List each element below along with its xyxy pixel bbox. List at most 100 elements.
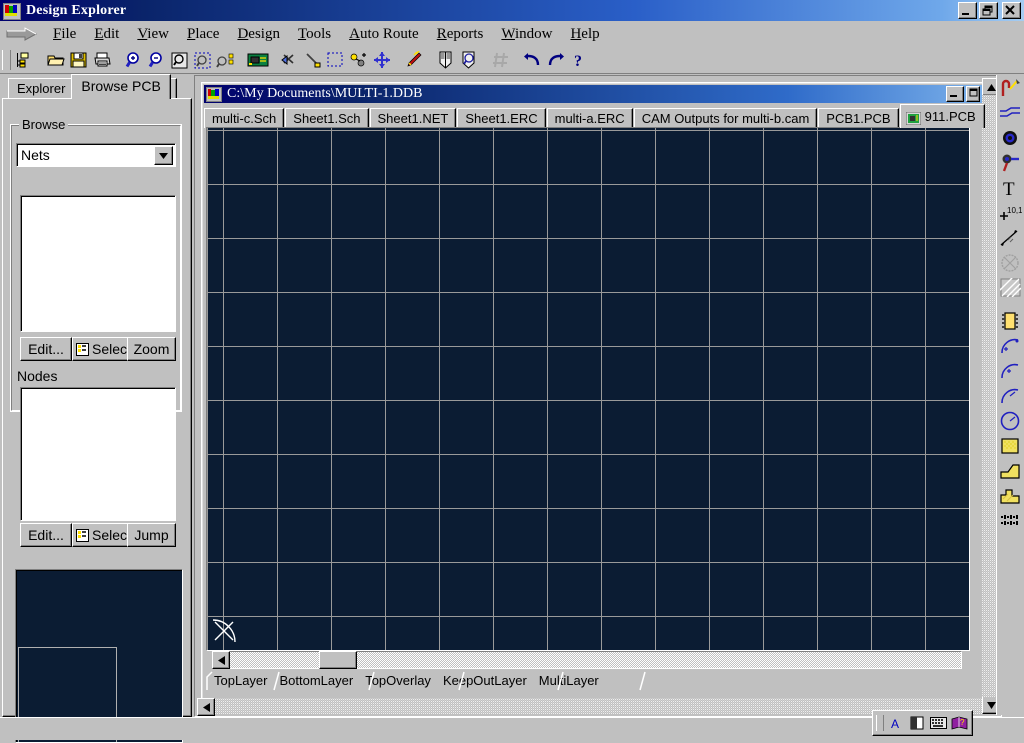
ime-keyboard-icon[interactable] [929,715,947,732]
move-selection-icon[interactable] [347,49,370,71]
undo-icon[interactable] [521,49,544,71]
zoom-area-icon[interactable] [191,49,214,71]
menu-item-window[interactable]: Window [492,24,561,45]
doc-tab-sheet1-net[interactable]: Sheet1.NET [370,108,457,128]
menu-item-auto-route[interactable]: Auto Route [340,24,428,45]
mdi-horizontal-scrollbar[interactable] [197,698,982,714]
menu-item-reports[interactable]: Reports [428,24,493,45]
place-fill-icon[interactable] [997,433,1023,458]
nodes-edit-label: Edit... [28,527,64,543]
component-browse-icon[interactable] [457,49,480,71]
menu-drag-handle-icon[interactable] [0,21,44,47]
highlight-pen-icon[interactable] [402,49,425,71]
nets-zoom-button[interactable]: Zoom [127,337,176,361]
nets-select-button[interactable]: Select [72,337,130,361]
paste-icon[interactable] [301,49,324,71]
redo-icon[interactable] [544,49,567,71]
doc-tab-pcb1-pcb[interactable]: PCB1.PCB [818,108,898,128]
doc-tab-911-pcb[interactable]: 911.PCB [900,104,985,128]
zoom-selected-icon[interactable] [214,49,237,71]
place-arc-edge-icon[interactable] [997,358,1023,383]
panel-tab-browse-pcb[interactable]: Browse PCB [71,74,170,99]
menu-item-place[interactable]: Place [178,24,228,45]
place-coordinates-icon[interactable] [997,508,1023,533]
place-dimension-icon[interactable] [997,225,1023,250]
menu-item-help[interactable]: Help [561,24,608,45]
place-string-icon[interactable]: T [997,175,1023,200]
nets-listbox[interactable] [20,195,176,332]
doc-tab-sheet1-sch[interactable]: Sheet1.Sch [285,108,368,128]
menu-item-view[interactable]: View [128,24,178,45]
cut-icon[interactable] [278,49,301,71]
restore-button[interactable] [979,2,998,19]
child-window-title: C:\My Documents\MULTI-1.DDB [227,86,422,102]
place-keepout-icon[interactable] [997,250,1023,275]
move-icon[interactable] [370,49,393,71]
pcb-editor-canvas[interactable] [206,127,970,651]
panel-tab-explorer-label: Explorer [17,81,65,96]
menu-item-design[interactable]: Design [228,24,289,45]
minimize-button[interactable] [958,2,977,19]
nodes-edit-button[interactable]: Edit... [20,523,72,547]
select-area-icon[interactable] [324,49,347,71]
layer-tab-toplayer[interactable]: TopLayer [206,671,271,691]
doc-tab-sheet1-erc[interactable]: Sheet1.ERC [457,108,545,128]
save-icon[interactable] [67,49,90,71]
ime-language-icon[interactable]: A [887,715,905,732]
help-icon[interactable]: ? [567,49,590,71]
doc-tab-multi-a-erc[interactable]: multi-a.ERC [547,108,633,128]
place-coordinate-icon[interactable]: 10,10 [997,200,1023,225]
mdi-scroll-left-button[interactable] [197,698,215,716]
horizontal-scroll-thumb[interactable] [319,651,357,669]
new-design-icon[interactable] [12,49,35,71]
zoom-in-icon[interactable] [122,49,145,71]
nodes-jump-button[interactable]: Jump [127,523,176,547]
nets-edit-button[interactable]: Edit... [20,337,72,361]
grid-icon[interactable] [489,49,512,71]
svg-text:A: A [891,717,899,731]
child-restore-button[interactable] [966,86,980,102]
ime-language-bar[interactable]: A [872,710,973,736]
canvas-horizontal-scrollbar[interactable] [212,651,962,669]
menu-item-edit[interactable]: Edit [85,24,128,45]
place-line-icon[interactable] [997,100,1023,125]
ddb-database-icon [206,87,221,101]
layer-tab-topoverlay[interactable]: TopOverlay [357,671,435,691]
layer-tab-multilayer[interactable]: MultiLayer [531,671,603,691]
layer-tab-keepoutlayer[interactable]: KeepOutLayer [435,671,531,691]
pcb-board-icon[interactable] [246,49,269,71]
close-button[interactable] [1002,2,1021,19]
place-arc-any-icon[interactable] [997,383,1023,408]
chevron-down-icon[interactable] [154,146,173,165]
place-pad-icon[interactable] [997,125,1023,150]
toolbar-drag-handle[interactable] [2,50,11,70]
nodes-listbox[interactable] [20,387,176,521]
menu-item-tools[interactable]: Tools [289,24,340,45]
ime-halfwidth-icon[interactable] [908,715,926,732]
ime-grip[interactable] [876,715,884,731]
panel-tab-explorer[interactable]: Explorer [8,78,74,99]
nodes-select-button[interactable]: Select [72,523,130,547]
place-full-circle-icon[interactable] [997,408,1023,433]
zoom-out-icon[interactable] [145,49,168,71]
open-folder-icon[interactable] [44,49,67,71]
place-via-icon[interactable] [997,150,1023,175]
place-component-icon[interactable] [997,308,1023,333]
place-arc-center-icon[interactable] [997,333,1023,358]
array-paste-icon[interactable] [997,458,1023,483]
browse-type-select[interactable]: Nets [16,143,176,167]
select-mask-icon [76,343,89,356]
scroll-left-button[interactable] [212,651,230,669]
place-track-icon[interactable] [997,75,1023,100]
layer-tab-bottomlayer[interactable]: BottomLayer [271,671,357,691]
component-up-icon[interactable] [434,49,457,71]
zoom-document-icon[interactable] [168,49,191,71]
child-minimize-button[interactable] [946,86,964,102]
place-polygon-icon[interactable] [997,275,1023,300]
doc-tab-cam-outputs[interactable]: CAM Outputs for multi-b.cam [634,108,818,128]
ime-help-icon[interactable]: ? [950,715,968,732]
menu-item-file[interactable]: File [44,24,85,45]
print-icon[interactable] [90,49,113,71]
doc-tab-multi-c-sch[interactable]: multi-c.Sch [204,108,284,128]
copper-pour-icon[interactable] [997,483,1023,508]
